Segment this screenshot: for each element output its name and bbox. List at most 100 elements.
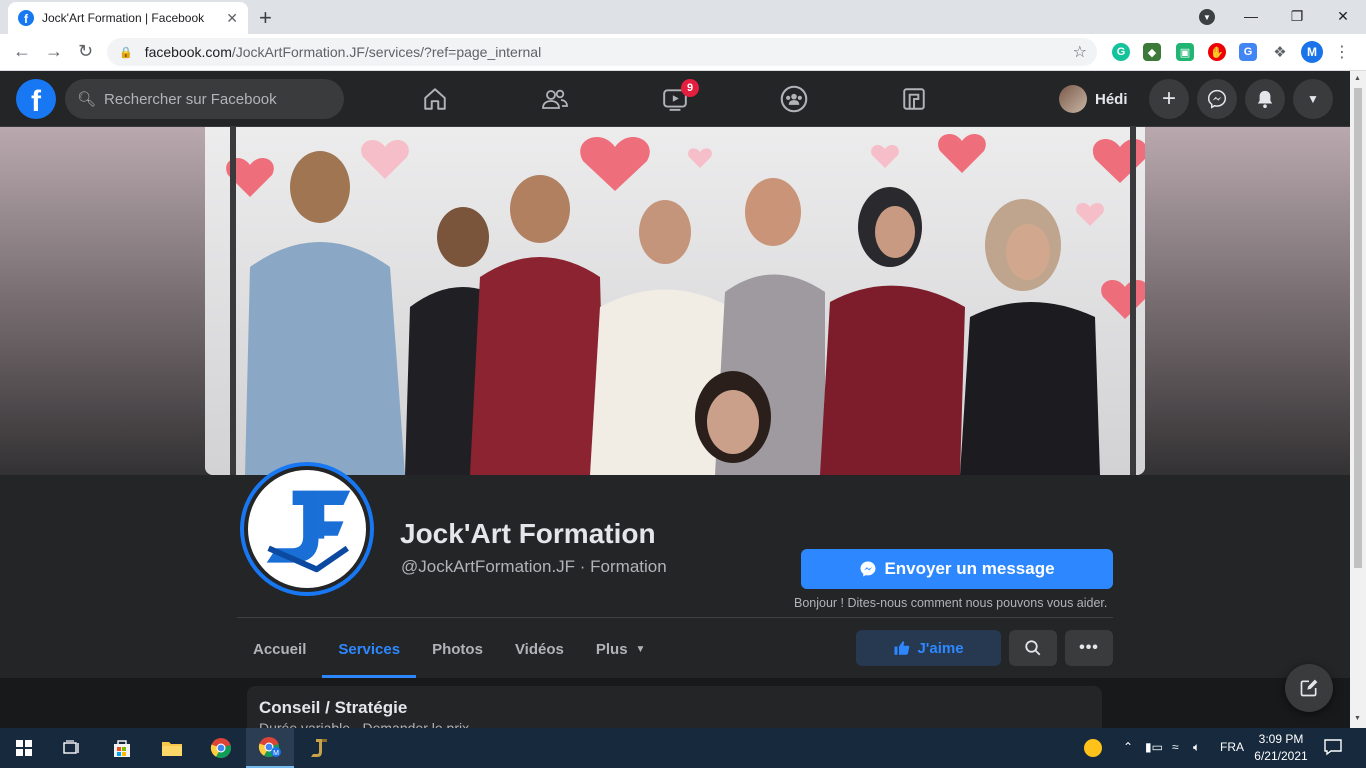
close-window-icon[interactable]: ✕ (1320, 0, 1366, 32)
tab-label: Services (338, 640, 401, 658)
browser-tab[interactable]: f Jock'Art Formation | Facebook ✕ (8, 2, 248, 34)
adblock-icon[interactable]: ✋ (1208, 43, 1226, 61)
messenger-icon (860, 561, 876, 577)
chrome-profile-m-icon[interactable]: M (246, 728, 294, 768)
gaming-icon (903, 88, 925, 110)
browser-tab-strip: f Jock'Art Formation | Facebook ✕ + ▼ — … (0, 0, 1366, 34)
weather-sun-icon[interactable] (1084, 739, 1102, 757)
caret-down-icon: ▼ (1307, 92, 1319, 106)
watch-nav-button[interactable]: 9 (619, 79, 731, 119)
service-title: Conseil / Stratégie (259, 698, 408, 717)
user-profile-chip[interactable]: Hédi (1059, 83, 1128, 115)
page-avatar[interactable] (240, 462, 374, 596)
cover-photo[interactable] (205, 127, 1145, 475)
app-logo-icon[interactable] (295, 728, 343, 768)
account-menu-button[interactable]: ▼ (1293, 79, 1333, 119)
address-bar[interactable]: 🔒 facebook.com/JockArtFormation.JF/servi… (107, 38, 1097, 66)
url-host: facebook.com (144, 44, 232, 60)
gaming-nav-button[interactable] (858, 79, 970, 119)
page-more-button[interactable]: ••• (1065, 630, 1113, 666)
messenger-button[interactable] (1197, 79, 1237, 119)
friends-nav-button[interactable] (499, 79, 611, 119)
page-handle-category: @JockArtFormation.JF · Formation (401, 557, 667, 576)
tv-extension-icon[interactable]: ▣ (1176, 43, 1194, 61)
search-icon: 🔍︎ (77, 91, 97, 108)
new-tab-button[interactable]: + (259, 5, 272, 31)
watch-badge: 9 (681, 79, 699, 97)
microsoft-store-icon[interactable] (98, 728, 146, 768)
notification-center-icon[interactable] (1324, 738, 1342, 761)
create-button[interactable]: + (1149, 79, 1189, 119)
ellipsis-icon: ••• (1079, 639, 1099, 656)
clock-time: 3:09 PM (1258, 732, 1304, 746)
thumbs-up-icon (894, 641, 910, 655)
new-message-button[interactable] (1285, 664, 1333, 712)
page-scrollbar[interactable]: ▲ ▼ (1350, 71, 1366, 728)
facebook-top-nav: f 🔍︎ 9 Hédi + ▼ (0, 71, 1350, 127)
volume-icon[interactable]: 🔈︎ (1193, 740, 1200, 755)
service-card[interactable]: Conseil / Stratégie Durée variable · Dem… (247, 686, 1102, 728)
back-icon[interactable]: ← (13, 41, 31, 62)
tray-chevron-icon[interactable]: ⌃ (1123, 740, 1133, 754)
page-search-button[interactable] (1009, 630, 1057, 666)
bookmark-star-icon[interactable]: ☆ (1073, 42, 1087, 62)
minimize-icon[interactable]: — (1228, 0, 1274, 32)
home-nav-button[interactable] (379, 79, 491, 119)
tab-label: Photos (432, 640, 483, 658)
tab-label: Vidéos (514, 640, 564, 658)
extensions-puzzle-icon[interactable]: ❖ (1271, 43, 1289, 61)
jockart-logo-icon (244, 466, 370, 592)
facebook-logo-icon[interactable]: f (16, 79, 56, 119)
chrome-icon[interactable] (197, 728, 245, 768)
groups-nav-button[interactable] (738, 79, 850, 119)
page-tabs: Accueil Services Photos Vidéos Plus ▼ (237, 620, 661, 678)
close-tab-icon[interactable]: ✕ (226, 10, 238, 27)
file-explorer-icon[interactable] (148, 728, 196, 768)
send-message-button[interactable]: Envoyer un message (801, 549, 1113, 589)
url-path: /JockArtFormation.JF/services/?ref=page_… (231, 44, 542, 60)
grammarly-icon[interactable]: G (1112, 43, 1130, 61)
clock-date: 6/21/2021 (1254, 749, 1308, 763)
header-divider (237, 617, 1113, 618)
windows-taskbar: M ⌃ ▮▭ ≈ 🔈︎ FRA 3:09 PM 6/21/2021 (0, 728, 1366, 768)
like-label: J'aime (917, 639, 964, 657)
facebook-favicon-icon: f (18, 10, 34, 26)
scroll-down-icon[interactable]: ▼ (1354, 715, 1361, 722)
facebook-search[interactable]: 🔍︎ (65, 79, 344, 119)
user-name: Hédi (1095, 90, 1128, 108)
jf-logo-mark (266, 490, 351, 573)
friends-icon (542, 89, 568, 109)
windows-start-icon[interactable] (0, 728, 48, 768)
battery-icon[interactable]: ▮▭ (1145, 740, 1163, 754)
forward-icon[interactable]: → (45, 41, 63, 62)
send-message-label: Envoyer un message (884, 559, 1055, 578)
wifi-icon[interactable]: ≈ (1172, 740, 1179, 754)
system-clock[interactable]: 3:09 PM 6/21/2021 (1250, 731, 1312, 765)
tab-label: Accueil (253, 640, 307, 658)
reload-icon[interactable]: ↻ (78, 41, 93, 62)
language-indicator[interactable]: FRA (1220, 740, 1244, 754)
browser-toolbar: ← → ↻ 🔒 facebook.com/JockArtFormation.JF… (0, 34, 1366, 71)
svg-text:M: M (273, 750, 279, 757)
search-icon (1025, 640, 1041, 656)
globe-extension-icon[interactable]: ◆ (1143, 43, 1161, 61)
tab-plus[interactable]: Plus ▼ (580, 620, 662, 678)
message-hint: Bonjour ! Dites-nous comment nous pouvon… (794, 596, 1108, 610)
tab-photos[interactable]: Photos (416, 620, 499, 678)
task-view-icon[interactable] (48, 728, 96, 768)
restore-icon[interactable]: ❐ (1274, 0, 1320, 32)
profile-avatar[interactable]: M (1301, 41, 1323, 63)
scrollbar-thumb[interactable] (1354, 88, 1362, 568)
tab-search-icon[interactable]: ▼ (1199, 9, 1215, 25)
tab-videos[interactable]: Vidéos (499, 620, 580, 678)
tab-services[interactable]: Services (322, 620, 416, 678)
translate-icon[interactable]: G (1239, 43, 1257, 61)
tab-accueil[interactable]: Accueil (237, 620, 322, 678)
page-header-panel (0, 475, 1350, 678)
chrome-menu-icon[interactable]: ⋮ (1334, 42, 1350, 62)
scroll-up-icon[interactable]: ▲ (1354, 75, 1361, 82)
notifications-button[interactable] (1245, 79, 1285, 119)
search-input[interactable] (104, 90, 325, 108)
lock-icon[interactable]: 🔒 (119, 46, 133, 59)
like-page-button[interactable]: J'aime (856, 630, 1001, 666)
